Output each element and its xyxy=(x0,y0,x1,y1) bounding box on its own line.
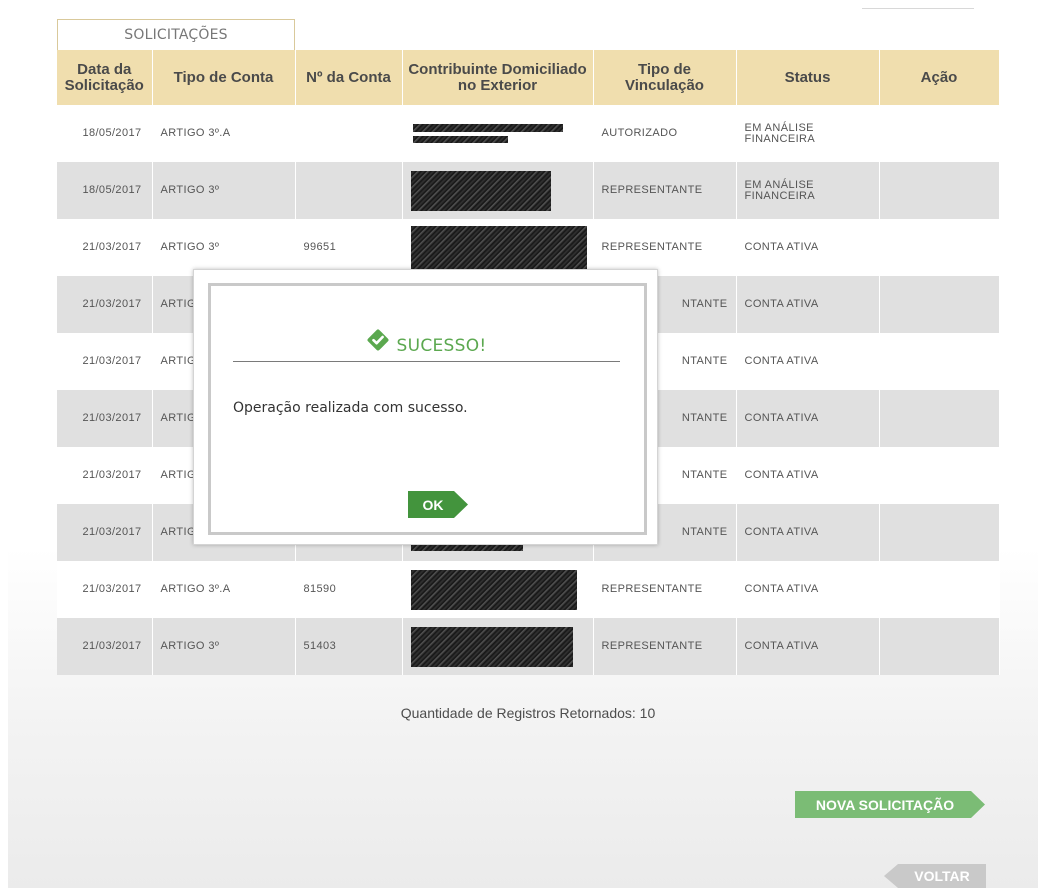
cell-status: EM ANÁLISE FINANCEIRA xyxy=(736,162,880,219)
cell-status: CONTA ATIVA xyxy=(736,618,880,675)
cell-account-type: ARTIGO 3º xyxy=(152,219,296,276)
cell-status: CONTA ATIVA xyxy=(736,276,880,333)
cell-action xyxy=(879,276,1000,333)
modal-message: Operação realizada com sucesso. xyxy=(233,400,468,416)
records-count: Quantidade de Registros Retornados: 10 xyxy=(400,705,656,721)
cell-action xyxy=(879,105,1000,162)
cell-date: 21/03/2017 xyxy=(57,276,153,333)
table-row[interactable]: 18/05/2017 ARTIGO 3º.A AUTORIZADO EM ANÁ… xyxy=(57,105,1000,162)
cell-date: 21/03/2017 xyxy=(57,504,153,561)
table-row[interactable]: 18/05/2017 ARTIGO 3º REPRESENTANTE EM AN… xyxy=(57,162,1000,219)
cell-date: 18/05/2017 xyxy=(57,162,153,219)
redacted-block xyxy=(412,124,563,132)
col-header-link-type: Tipo de Vinculação xyxy=(593,50,737,105)
redacted-block xyxy=(412,136,508,143)
cell-account-number xyxy=(295,162,403,219)
cell-account-number: 99651 xyxy=(295,219,403,276)
cell-status: CONTA ATIVA xyxy=(736,561,880,618)
cell-link-type: REPRESENTANTE xyxy=(593,618,737,675)
cell-action xyxy=(879,504,1000,561)
table-row[interactable]: 21/03/2017 ARTIGO 3º 51403 REPRESENTANTE… xyxy=(57,618,1000,675)
cell-status: EM ANÁLISE FINANCEIRA xyxy=(736,105,880,162)
new-request-button[interactable]: NOVA SOLICITAÇÃO xyxy=(795,791,985,818)
cell-date: 21/03/2017 xyxy=(57,447,153,504)
cell-action xyxy=(879,618,1000,675)
col-header-account-number: Nº da Conta xyxy=(295,50,403,105)
success-modal: SUCESSO! Operação realizada com sucesso.… xyxy=(193,269,658,545)
cell-date: 21/03/2017 xyxy=(57,618,153,675)
table-header-row: Data da Solicitação Tipo de Conta Nº da … xyxy=(57,50,1000,105)
redacted-block xyxy=(410,225,587,270)
redacted-block xyxy=(410,626,573,667)
cell-account-type: ARTIGO 3º xyxy=(152,618,296,675)
cell-status: CONTA ATIVA xyxy=(736,504,880,561)
cell-account-type: ARTIGO 3º.A xyxy=(152,105,296,162)
cell-action xyxy=(879,447,1000,504)
cell-date: 21/03/2017 xyxy=(57,390,153,447)
cell-taxpayer xyxy=(402,162,594,219)
col-header-status: Status xyxy=(736,50,880,105)
cell-link-type: REPRESENTANTE xyxy=(593,162,737,219)
cell-account-number: 81590 xyxy=(295,561,403,618)
modal-divider xyxy=(233,361,620,362)
back-button[interactable]: VOLTAR xyxy=(884,864,986,888)
ok-button[interactable]: OK xyxy=(408,491,468,518)
cell-status: CONTA ATIVA xyxy=(736,333,880,390)
tab-solicitacoes[interactable]: SOLICITAÇÕES xyxy=(57,19,295,50)
cell-taxpayer xyxy=(402,105,594,162)
cell-status: CONTA ATIVA xyxy=(736,447,880,504)
modal-content: SUCESSO! Operação realizada com sucesso.… xyxy=(208,283,647,535)
cell-taxpayer xyxy=(402,219,594,276)
cell-status: CONTA ATIVA xyxy=(736,390,880,447)
modal-title: SUCESSO! xyxy=(396,336,487,356)
cell-link-type: REPRESENTANTE xyxy=(593,219,737,276)
modal-header: SUCESSO! xyxy=(233,329,620,361)
cell-date: 21/03/2017 xyxy=(57,333,153,390)
cell-action xyxy=(879,390,1000,447)
cell-action xyxy=(879,561,1000,618)
cell-account-number xyxy=(295,105,403,162)
redacted-block xyxy=(410,569,577,610)
col-header-taxpayer: Contribuinte Domiciliado no Exterior xyxy=(402,50,594,105)
redacted-block xyxy=(410,545,523,551)
cell-taxpayer xyxy=(402,618,594,675)
cell-link-type: AUTORIZADO xyxy=(593,105,737,162)
table-row[interactable]: 21/03/2017 ARTIGO 3º.A 81590 REPRESENTAN… xyxy=(57,561,1000,618)
redacted-block xyxy=(410,170,551,211)
col-header-date: Data da Solicitação xyxy=(57,50,153,105)
col-header-action: Ação xyxy=(879,50,1000,105)
cell-status: CONTA ATIVA xyxy=(736,219,880,276)
table-row[interactable]: 21/03/2017 ARTIGO 3º 99651 REPRESENTANTE… xyxy=(57,219,1000,276)
cell-date: 21/03/2017 xyxy=(57,219,153,276)
cell-account-type: ARTIGO 3º xyxy=(152,162,296,219)
check-icon xyxy=(367,329,389,351)
col-header-account-type: Tipo de Conta xyxy=(152,50,296,105)
cell-account-number: 51403 xyxy=(295,618,403,675)
cell-taxpayer xyxy=(402,561,594,618)
cell-date: 21/03/2017 xyxy=(57,561,153,618)
cell-action xyxy=(879,162,1000,219)
cell-date: 18/05/2017 xyxy=(57,105,153,162)
cell-link-type: REPRESENTANTE xyxy=(593,561,737,618)
cell-account-type: ARTIGO 3º.A xyxy=(152,561,296,618)
cell-action xyxy=(879,219,1000,276)
top-divider xyxy=(862,8,974,9)
cell-action xyxy=(879,333,1000,390)
